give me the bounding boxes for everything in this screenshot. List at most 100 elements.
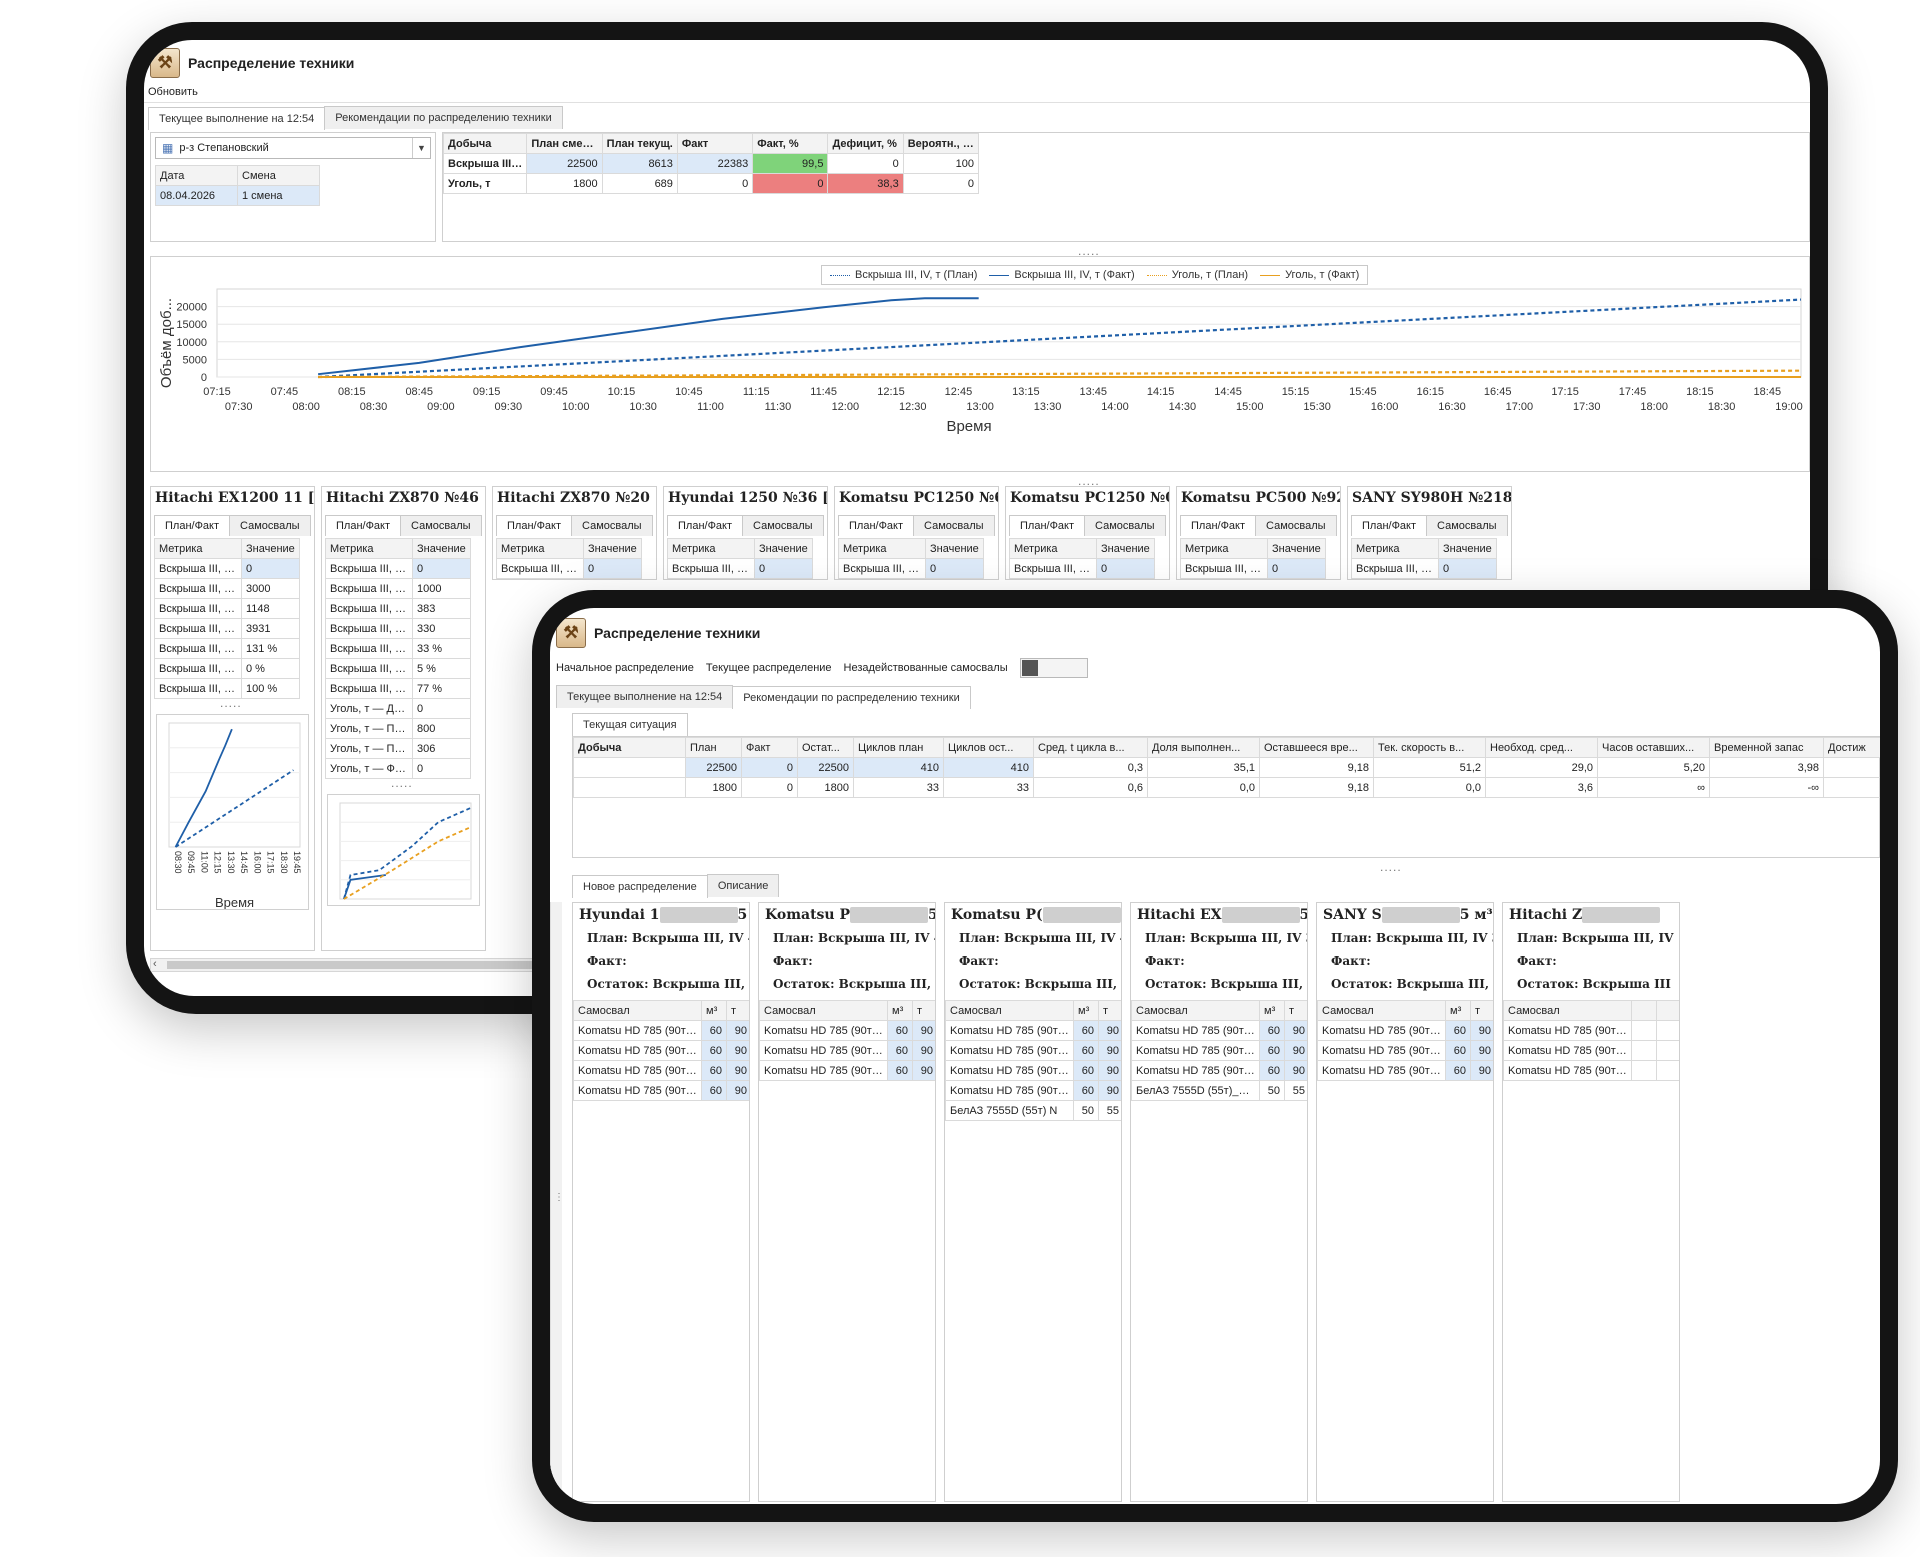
- table-row[interactable]: Вскрыша III, IV,... 3000: [154, 578, 300, 599]
- table-row[interactable]: БелАЗ 7555D (55т)_49т... 50 55: [1131, 1080, 1307, 1101]
- tab-trucks[interactable]: Самосвалы: [1426, 515, 1508, 536]
- tab-current-progress[interactable]: Текущее выполнение на 12:54: [148, 107, 326, 130]
- idle-trucks-toggle[interactable]: [1019, 658, 1088, 678]
- table-row[interactable]: Вскрыша III, IV,... 77 %: [325, 678, 471, 699]
- tab-trucks[interactable]: Самосвалы: [1255, 515, 1337, 536]
- tab-plan-fact[interactable]: План/Факт: [325, 515, 402, 536]
- tab-prev-icon[interactable]: ‹: [994, 521, 999, 531]
- table-row[interactable]: Уголь, т — План... 306: [325, 738, 471, 759]
- tab-prev-icon[interactable]: ‹: [481, 521, 486, 531]
- initial-distribution-menu-item[interactable]: Начальное распределение: [556, 662, 694, 674]
- table-row[interactable]: Вскрыша III, IV,... 0: [1351, 558, 1497, 579]
- situation-header[interactable]: Факт: [741, 737, 798, 758]
- situation-header[interactable]: Достиж: [1823, 737, 1880, 758]
- tab-plan-fact[interactable]: План/Факт: [1180, 515, 1257, 536]
- tab-current-progress[interactable]: Текущее выполнение на 12:54: [556, 685, 734, 708]
- table-row[interactable]: Komatsu HD 785 (90т)_1... 60 90: [759, 1060, 935, 1081]
- tab-prev-icon[interactable]: ‹: [310, 521, 315, 531]
- situation-header[interactable]: Циклов план: [853, 737, 944, 758]
- situation-header[interactable]: Часов оставших...: [1597, 737, 1710, 758]
- table-row[interactable]: Вскрыша III, IV,... 0: [1009, 558, 1155, 579]
- table-row[interactable]: Уголь, т 1800 689 0 0 38,3 0: [442, 173, 980, 194]
- table-row[interactable]: Komatsu HD 785 (90т)... 60 90: [573, 1080, 749, 1101]
- tab-plan-fact[interactable]: План/Факт: [496, 515, 573, 536]
- site-select[interactable]: ▦ р-з Степановский ▼: [155, 137, 431, 159]
- tab-trucks[interactable]: Самосвалы: [742, 515, 824, 536]
- situation-header[interactable]: Сред. t цикла в...: [1033, 737, 1148, 758]
- situation-header[interactable]: Циклов ост...: [943, 737, 1034, 758]
- table-row[interactable]: Komatsu HD 785 (90т)... 60 90: [945, 1040, 1121, 1061]
- table-row[interactable]: Komatsu HD 785 (90т)... 60 90: [1131, 1060, 1307, 1081]
- situation-header[interactable]: Необход. сред...: [1485, 737, 1598, 758]
- table-row[interactable]: Komatsu HD 785 (90т)... 60 90: [1317, 1020, 1493, 1041]
- table-row[interactable]: БелАЗ 7555D (55т) N 50 55: [945, 1100, 1121, 1121]
- table-row[interactable]: Komatsu HD 785 (90т)...: [1503, 1020, 1679, 1041]
- date-cell[interactable]: 08.04.2026: [155, 185, 238, 206]
- situation-header[interactable]: Доля выполнен...: [1147, 737, 1260, 758]
- table-row[interactable]: Вскрыша III, IV,... 131 %: [154, 638, 300, 659]
- table-row[interactable]: Вскрыша III, IV,... 1000: [325, 578, 471, 599]
- table-row[interactable]: Komatsu HD 785 (90т)... 60 90: [945, 1020, 1121, 1041]
- table-row[interactable]: Komatsu HD 785 (90т)... 60 90: [1131, 1040, 1307, 1061]
- tab-prev-icon[interactable]: ‹: [1336, 521, 1341, 531]
- situation-header[interactable]: Оставшееся вре...: [1259, 737, 1374, 758]
- table-row[interactable]: Komatsu HD 785 (90т)... 60 90: [573, 1040, 749, 1061]
- table-row[interactable]: Komatsu HD 785 (90т)... 60 90: [945, 1060, 1121, 1081]
- tab-trucks[interactable]: Самосвалы: [1084, 515, 1166, 536]
- situation-header[interactable]: План: [685, 737, 742, 758]
- table-row[interactable]: Уголь, т — Добы... 0: [325, 698, 471, 719]
- table-row[interactable]: Уголь, т — План... 800: [325, 718, 471, 739]
- table-row[interactable]: Вскрыша III, IV,... 0: [154, 558, 300, 579]
- tab-plan-fact[interactable]: План/Факт: [154, 515, 231, 536]
- tab-plan-fact[interactable]: План/Факт: [1351, 515, 1428, 536]
- tab-trucks[interactable]: Самосвалы: [571, 515, 653, 536]
- table-row[interactable]: Komatsu HD 785 (90т)... 60 90: [573, 1020, 749, 1041]
- tab-prev-icon[interactable]: ‹: [1165, 521, 1170, 531]
- shift-cell[interactable]: 1 смена: [237, 185, 320, 206]
- table-row[interactable]: Komatsu HD 785 (90т)... 60 90: [573, 1060, 749, 1081]
- table-row[interactable]: Вскрыша III, IV,... 3931: [154, 618, 300, 639]
- tab-prev-icon[interactable]: ‹: [652, 521, 657, 531]
- situation-header[interactable]: Остат...: [797, 737, 854, 758]
- refresh-menu-item[interactable]: Обновить: [148, 86, 198, 98]
- scrollbar-thumb[interactable]: [167, 961, 587, 969]
- tab-prev-icon[interactable]: ‹: [1507, 521, 1512, 531]
- current-distribution-menu-item[interactable]: Текущее распределение: [706, 662, 832, 674]
- tab-current-situation[interactable]: Текущая ситуация: [572, 713, 688, 736]
- splitter-grip[interactable]: .....: [1380, 860, 1402, 874]
- table-row[interactable]: Вскрыша III, IV,... 383: [325, 598, 471, 619]
- table-row[interactable]: Вскрыша III,... 22500 8613 22383 99,5 0 …: [442, 153, 980, 174]
- table-row[interactable]: Вскрыша III, IV,... 330: [325, 618, 471, 639]
- splitter-grip[interactable]: ⋮: [554, 1192, 564, 1203]
- table-row[interactable]: Вскрыша III, IV,... 0: [325, 558, 471, 579]
- table-row[interactable]: Вскрыша III, IV,... 0: [838, 558, 984, 579]
- tab-trucks[interactable]: Самосвалы: [400, 515, 482, 536]
- tab-recommendations[interactable]: Рекомендации по распределению техники: [732, 686, 971, 709]
- table-row[interactable]: Вскрыша III, IV,... 5 %: [325, 658, 471, 679]
- table-row[interactable]: Вскрыша III, IV,... 0 %: [154, 658, 300, 679]
- tab-recommendations[interactable]: Рекомендации по распределению техники: [324, 106, 563, 129]
- table-row[interactable]: Komatsu HD 785 (90т)...: [1503, 1040, 1679, 1061]
- left-splitter[interactable]: ⋮: [550, 902, 564, 1502]
- scroll-left-icon[interactable]: ‹: [153, 958, 157, 970]
- table-row[interactable]: Komatsu HD 785 (90т)... 60 90: [1317, 1040, 1493, 1061]
- tab-plan-fact[interactable]: План/Факт: [838, 515, 915, 536]
- table-row[interactable]: Komatsu HD 785 (90т) 627 60 90: [1131, 1020, 1307, 1041]
- table-row[interactable]: Вскрыша III, IV,... 0: [1180, 558, 1326, 579]
- tab-trucks[interactable]: Самосвалы: [229, 515, 311, 536]
- splitter-grip[interactable]: .....: [391, 776, 413, 790]
- splitter-grip[interactable]: .....: [220, 696, 242, 710]
- tab-new-distribution[interactable]: Новое распределение: [572, 875, 708, 898]
- table-row[interactable]: 22500 0 22500 410 410 0,3 35,1 9,18 51,2 29,0 5,20…: [573, 757, 1880, 778]
- table-row[interactable]: Komatsu HD 785 (90т)... 60 90: [759, 1020, 935, 1041]
- table-row[interactable]: Komatsu HD 785 (90т)...: [1503, 1060, 1679, 1081]
- tab-plan-fact[interactable]: План/Факт: [1009, 515, 1086, 536]
- situation-header[interactable]: Тек. скорость в...: [1373, 737, 1486, 758]
- table-row[interactable]: Вскрыша III, IV,... 0: [667, 558, 813, 579]
- table-row[interactable]: Komatsu HD 785 (90т)... 60 90: [945, 1080, 1121, 1101]
- tab-trucks[interactable]: Самосвалы: [913, 515, 995, 536]
- table-row[interactable]: Вскрыша III, IV,... 1148: [154, 598, 300, 619]
- table-row[interactable]: Вскрыша III, IV,... 0: [496, 558, 642, 579]
- tab-plan-fact[interactable]: План/Факт: [667, 515, 744, 536]
- situation-header[interactable]: Временной запас: [1709, 737, 1824, 758]
